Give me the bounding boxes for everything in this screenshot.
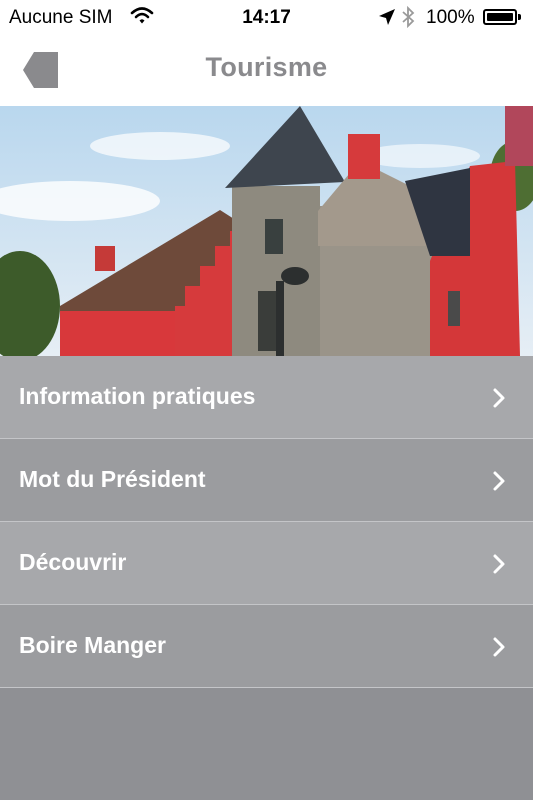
hero-image — [0, 106, 533, 356]
menu-list: Information pratiques Mot du Président D… — [0, 356, 533, 688]
navigation-bar: Tourisme — [0, 36, 533, 106]
battery-percent: 100% — [426, 7, 475, 28]
battery-icon — [483, 9, 521, 25]
bluetooth-icon — [402, 5, 415, 29]
menu-item-decouvrir[interactable]: Découvrir — [0, 522, 533, 605]
location-arrow-icon — [379, 9, 395, 25]
chevron-right-icon — [493, 471, 505, 491]
menu-item-label: Boire Manger — [19, 632, 166, 658]
menu-item-mot-du-president[interactable]: Mot du Président — [0, 439, 533, 522]
menu-item-information-pratiques[interactable]: Information pratiques — [0, 356, 533, 439]
menu-item-label: Mot du Président — [19, 466, 206, 492]
chevron-right-icon — [493, 637, 505, 657]
chevron-right-icon — [493, 388, 505, 408]
chevron-right-icon — [493, 554, 505, 574]
menu-item-label: Découvrir — [19, 549, 127, 575]
building-photo — [0, 106, 533, 356]
menu-item-boire-manger[interactable]: Boire Manger — [0, 605, 533, 688]
status-bar: Aucune SIM 14:17 100% — [0, 0, 533, 36]
page-title: Tourisme — [205, 52, 328, 82]
menu-item-label: Information pratiques — [19, 383, 256, 409]
